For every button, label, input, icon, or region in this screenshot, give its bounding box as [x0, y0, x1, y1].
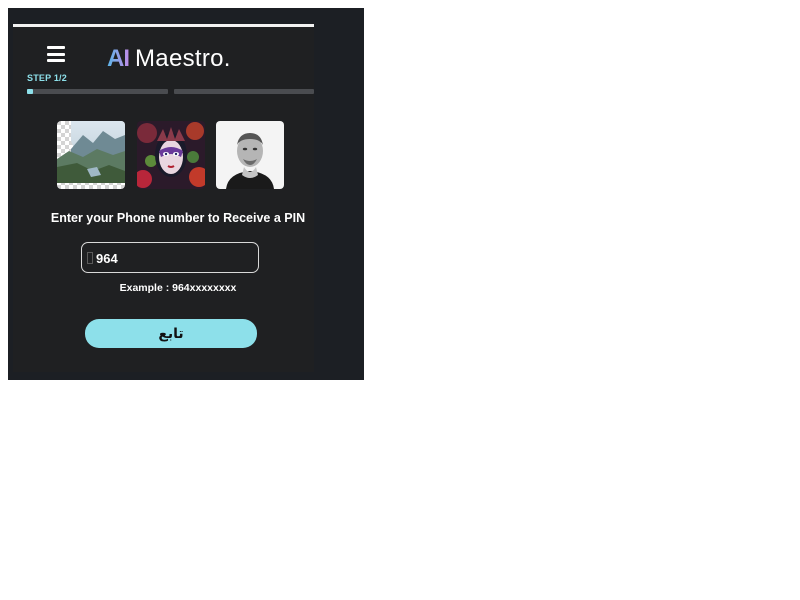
form-heading: Enter your Phone number to Receive a PIN: [50, 211, 306, 225]
top-divider: [13, 24, 314, 27]
logo-text: Maestro.: [135, 45, 231, 72]
logo[interactable]: AI Maestro.: [107, 45, 231, 72]
phone-input[interactable]: [96, 247, 246, 269]
hamburger-menu-icon[interactable]: [47, 46, 65, 62]
progress-segment-2: [174, 89, 314, 94]
example-hint: Example : 964xxxxxxxx: [119, 282, 237, 294]
phone-field[interactable]: [81, 242, 259, 273]
input-cursor-icon: [87, 252, 93, 264]
logo-mark: AI: [107, 45, 130, 72]
progress-segment-1: [27, 89, 168, 94]
thumbnail-fantasy-portrait: [137, 121, 205, 189]
progress-fill-1: [27, 89, 33, 94]
thumbnail-man-portrait: [216, 121, 284, 189]
thumbnail-landscape: [57, 121, 125, 189]
step-label: STEP 1/2: [27, 73, 67, 83]
continue-button[interactable]: تابع: [85, 319, 257, 348]
